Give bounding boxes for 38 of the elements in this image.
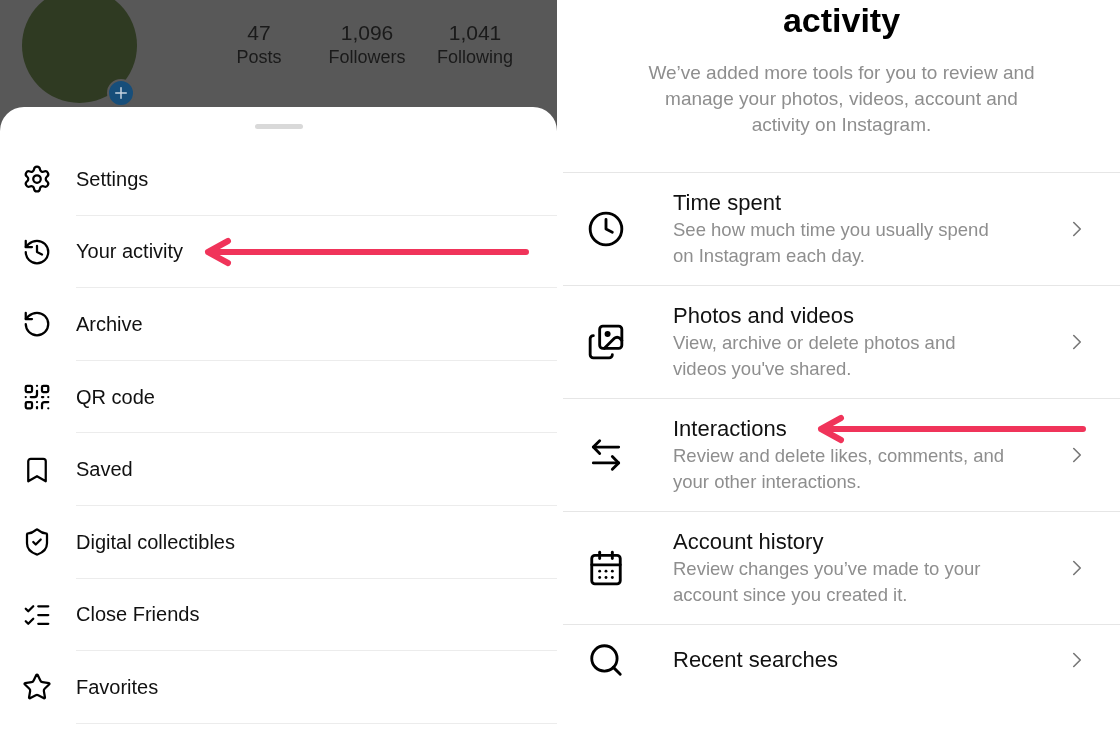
menu-item[interactable]: Close Friends [76, 599, 200, 630]
search-icon [587, 641, 625, 679]
menu-item[interactable]: QR code [76, 381, 155, 412]
activity-item[interactable]: Interactions Review and delete likes, comments, and your other interactions. [563, 398, 1120, 511]
menu-item[interactable]: Digital collectibles [76, 526, 235, 557]
stat-value: 1,041 [448, 20, 502, 46]
calendar-icon [587, 549, 625, 587]
settings-icon [22, 164, 52, 195]
stat-label: Following [436, 46, 513, 68]
stat-label: Posts [236, 46, 282, 68]
activity-item[interactable]: Recent searches [563, 624, 1120, 695]
stat-value: 1,096 [340, 20, 394, 46]
plus-icon [112, 84, 130, 102]
item-description: Review and delete likes, comments, and your other interactions. [673, 444, 1006, 494]
menu-item[interactable]: Saved [76, 454, 133, 485]
page-description: We’ve added more tools for you to review and manage your photos, videos, account and activity on Instagram. [647, 61, 1036, 137]
add-button[interactable] [107, 79, 135, 107]
drag-handle[interactable] [254, 124, 303, 129]
menu-item[interactable]: Your activity [76, 236, 184, 267]
photos-icon [587, 323, 625, 361]
activity-item[interactable]: Photos and videos View, archive or delete photos and videos you've shared. [563, 285, 1120, 398]
item-title: Account history [673, 528, 825, 556]
item-description: Review changes you’ve made to your account since you created it. [673, 557, 982, 607]
stat-value: 47 [247, 20, 271, 46]
clock-icon [587, 210, 625, 248]
item-title: Recent searches [673, 646, 840, 674]
item-title: Interactions [673, 415, 788, 443]
item-description: View, archive or delete photos and videos you've shared. [673, 331, 957, 381]
item-title: Time spent [673, 189, 782, 217]
item-description: See how much time you usually spend on Instagram each day. [673, 218, 990, 268]
menu-item[interactable]: Favorites [76, 671, 159, 702]
item-title: Photos and videos [673, 302, 856, 330]
page-title: activity [782, 0, 901, 40]
menu-item[interactable]: Archive [76, 309, 143, 339]
activity-item[interactable]: Time spent See how much time you usually spend on Instagram each day. [563, 172, 1120, 285]
activity-item[interactable]: Account history Review changes you’ve made to your account since you created it. [563, 511, 1120, 624]
stat-label: Followers [328, 46, 406, 68]
menu-item[interactable]: Settings [76, 163, 149, 194]
